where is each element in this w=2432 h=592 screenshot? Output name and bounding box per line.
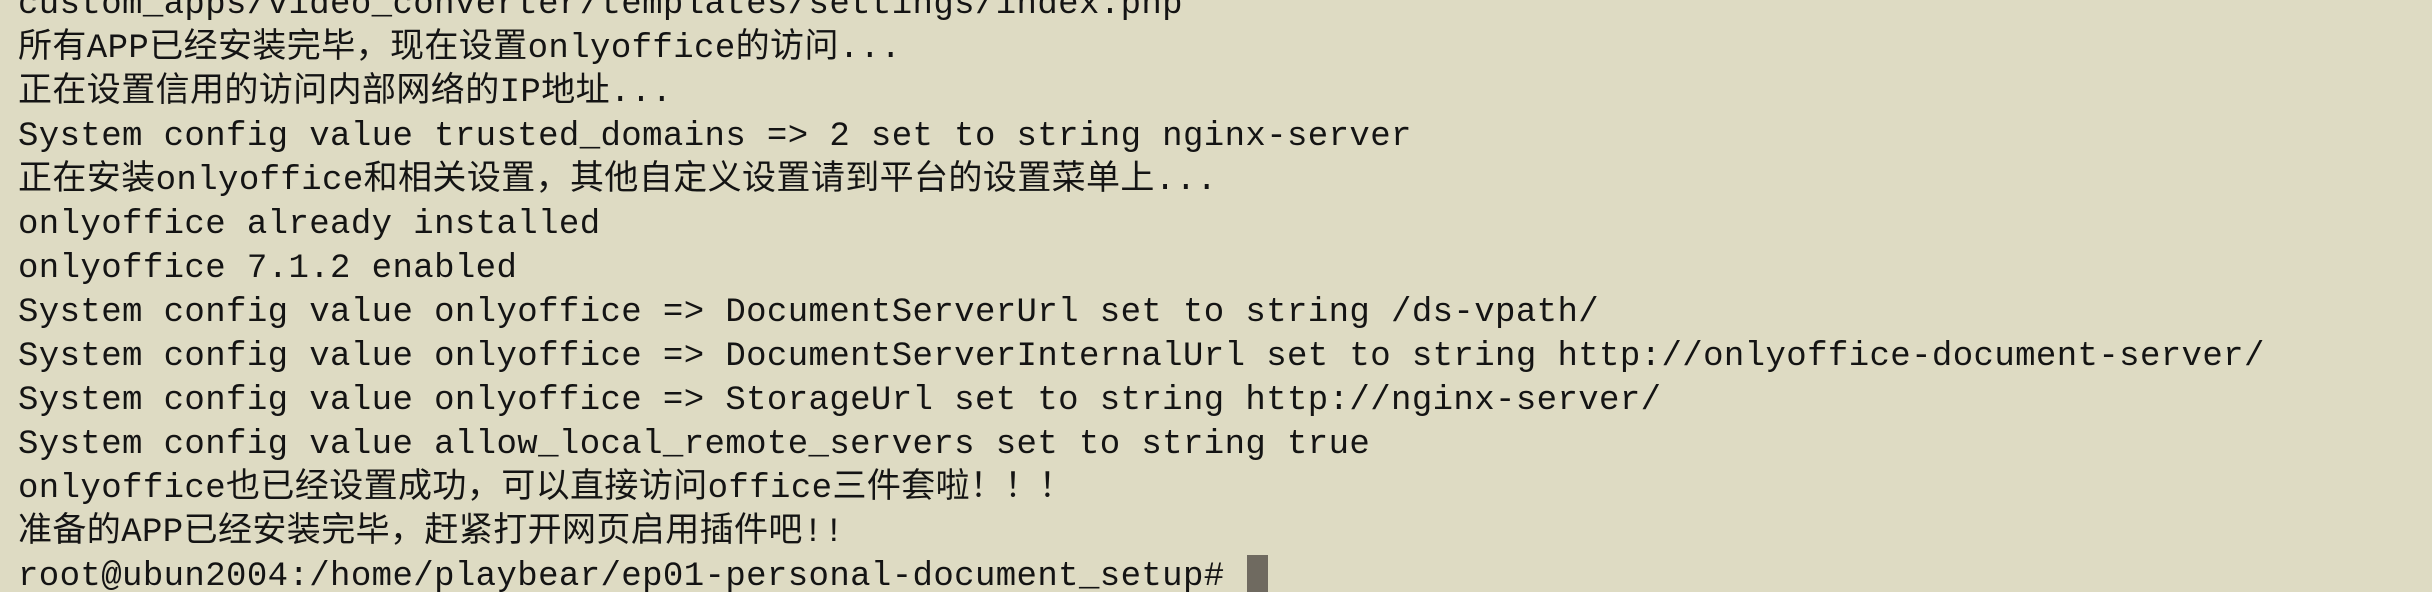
shell-prompt: root@ubun2004:/home/playbear/ep01-person…: [18, 558, 1246, 592]
terminal-line: System config value onlyoffice => Storag…: [18, 382, 1662, 420]
terminal-line: custom_apps/video_converter/templates/se…: [18, 0, 1183, 24]
terminal-line: System config value onlyoffice => Docume…: [18, 338, 2265, 376]
terminal-window[interactable]: custom_apps/video_converter/templates/se…: [0, 0, 2432, 592]
terminal-line: System config value onlyoffice => Docume…: [18, 294, 1600, 332]
terminal-line: 正在设置信用的访问内部网络的IP地址...: [18, 74, 673, 112]
terminal-line: System config value trusted_domains => 2…: [18, 118, 1412, 156]
terminal-line: System config value allow_local_remote_s…: [18, 426, 1371, 464]
terminal-line: onlyoffice 7.1.2 enabled: [18, 250, 518, 288]
terminal-line: 正在安装onlyoffice和相关设置，其他自定义设置请到平台的设置菜单上...: [18, 162, 1218, 200]
text-cursor: [1247, 555, 1269, 592]
terminal-line: 所有APP已经安装完毕，现在设置onlyoffice的访问...: [18, 30, 902, 68]
terminal-output: custom_apps/video_converter/templates/se…: [18, 0, 2265, 592]
terminal-line: onlyoffice already installed: [18, 206, 601, 244]
terminal-line: onlyoffice也已经设置成功，可以直接访问office三件套啦！！！: [18, 470, 1074, 508]
terminal-line: 准备的APP已经安装完毕，赶紧打开网页启用插件吧!!: [18, 514, 845, 552]
prompt-line[interactable]: root@ubun2004:/home/playbear/ep01-person…: [18, 555, 2265, 592]
